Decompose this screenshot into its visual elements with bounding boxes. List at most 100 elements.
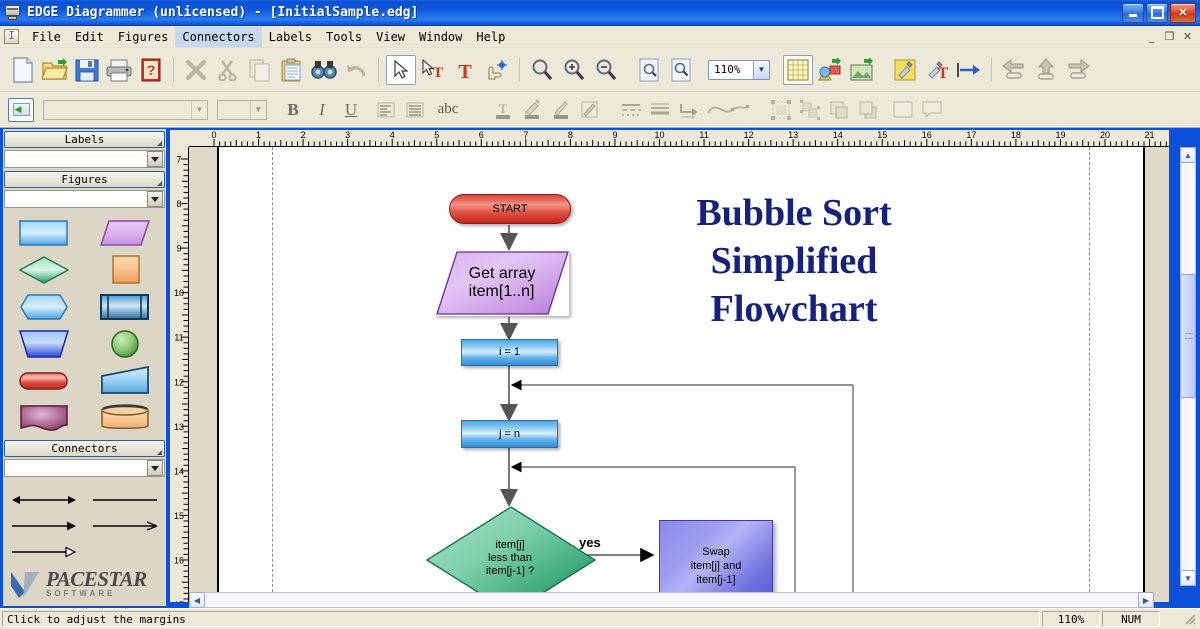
node-compare[interactable]: item[j] less than item[j-1] ? (425, 505, 597, 602)
connectors-combo[interactable] (4, 459, 165, 477)
palette-circle-shape[interactable] (84, 325, 165, 362)
sidebar-section-figures[interactable]: Figures (4, 171, 165, 188)
line-style-dashed-icon[interactable] (618, 97, 644, 123)
shadow-icon[interactable] (577, 97, 603, 123)
connector-style-icon[interactable] (676, 97, 702, 123)
copy-pages-icon[interactable] (245, 55, 275, 85)
menu-labels[interactable]: Labels (262, 27, 319, 47)
line-color-icon[interactable] (548, 97, 574, 123)
paste-clipboard-icon[interactable] (277, 55, 307, 85)
resize-corner-icon[interactable] (157, 450, 162, 455)
menu-help[interactable]: Help (469, 27, 512, 47)
resize-grip-icon[interactable] (1183, 612, 1197, 626)
menu-file[interactable]: File (25, 27, 68, 47)
zoom-out-icon[interactable] (591, 55, 621, 85)
chevron-down-icon[interactable]: ▼ (191, 100, 207, 119)
point-edit-icon[interactable] (482, 55, 512, 85)
fit-page-icon[interactable] (634, 55, 664, 85)
palette-cylinder-database-shape[interactable] (84, 399, 165, 436)
chevron-down-icon[interactable]: ▼ (250, 100, 266, 119)
size-combo[interactable]: ▼ (217, 99, 267, 120)
resize-corner-icon[interactable] (157, 181, 162, 186)
horizontal-ruler[interactable]: 0 1 2 3 4 5 6 7 8 9 10 11 12 13 14 15 16 17 18 19 20 21 (189, 130, 1169, 147)
vertical-ruler[interactable]: 7891011121314151617 (170, 147, 189, 602)
find-binoculars-icon[interactable] (309, 55, 339, 85)
image-style-icon[interactable] (847, 55, 877, 85)
palette-trapezoid-shape[interactable] (3, 325, 84, 362)
node-j-init[interactable]: j = n (461, 420, 558, 448)
sidebar-section-connectors[interactable]: Connectors (4, 440, 165, 457)
close-button[interactable]: ✕ (1170, 2, 1196, 23)
palette-square-shape[interactable] (84, 251, 165, 288)
link-forward-icon[interactable] (1063, 55, 1093, 85)
panel-collapse-icon[interactable]: ◀ (8, 97, 34, 122)
palette-slanted-card-shape[interactable] (84, 362, 165, 399)
palette-diamond-shape[interactable] (3, 251, 84, 288)
scroll-right-button[interactable]: ▶ (1138, 592, 1154, 608)
palette-process-bar-shape[interactable] (84, 288, 165, 325)
note-tool-icon[interactable] (890, 55, 920, 85)
horizontal-scrollbar[interactable]: ◀ ▶ (189, 592, 1154, 608)
delete-x-icon[interactable] (181, 55, 211, 85)
labels-combo[interactable] (4, 150, 165, 168)
menu-figures[interactable]: Figures (111, 27, 176, 47)
align-left-icon[interactable] (373, 97, 399, 123)
flow-icon[interactable] (954, 55, 984, 85)
chevron-down-icon[interactable] (147, 151, 163, 167)
spellcheck-icon[interactable]: abc (431, 97, 465, 123)
grid-icon[interactable] (783, 54, 813, 85)
palette-parallelogram-shape[interactable] (84, 214, 165, 251)
group-icon[interactable] (768, 97, 794, 123)
open-folder-icon[interactable] (40, 55, 70, 85)
undo-arrow-icon[interactable] (341, 55, 371, 85)
figures-combo[interactable] (4, 190, 165, 208)
palette-rounded-terminator-shape[interactable] (3, 362, 84, 399)
palette-hexagon-shape[interactable] (3, 288, 84, 325)
menu-tools[interactable]: Tools (319, 27, 369, 47)
palette-rectangle-shape[interactable] (3, 214, 84, 251)
italic-button[interactable]: I (309, 97, 335, 123)
vertical-scrollbar[interactable]: ▲ ▼ (1180, 147, 1196, 586)
doc-restore-button[interactable]: ❐ (1161, 29, 1178, 44)
sidebar-section-labels[interactable]: Labels (4, 131, 165, 148)
fill-color-icon[interactable] (519, 97, 545, 123)
align-justify-icon[interactable] (402, 97, 428, 123)
node-swap[interactable]: Swap item[j] and item[j-1] (659, 520, 773, 602)
text-tool-icon[interactable]: T (450, 55, 480, 85)
print-icon[interactable] (104, 55, 134, 85)
minimize-button[interactable] (1122, 2, 1144, 23)
send-back-icon[interactable] (855, 97, 881, 123)
help-book-icon[interactable]: ? (136, 55, 166, 85)
scroll-left-button[interactable]: ◀ (189, 592, 205, 608)
zoom-in-icon[interactable] (559, 55, 589, 85)
link-up-icon[interactable] (1031, 55, 1061, 85)
line-weight-icon[interactable] (647, 97, 673, 123)
cut-scissors-icon[interactable] (213, 55, 243, 85)
style-combo[interactable]: ▼ (43, 99, 208, 120)
bring-front-icon[interactable] (826, 97, 852, 123)
chevron-down-icon[interactable] (147, 191, 163, 207)
palette-document-wave-shape[interactable] (3, 399, 84, 436)
scroll-down-button[interactable]: ▼ (1180, 570, 1196, 586)
node-start[interactable]: START (449, 194, 571, 224)
scroll-up-button[interactable]: ▲ (1180, 147, 1196, 163)
maximize-button[interactable] (1146, 2, 1168, 23)
zoom-level-combo[interactable]: 110% ▼ (708, 59, 770, 80)
doc-minimize-button[interactable]: _ (1143, 29, 1160, 44)
text-color-icon[interactable]: T (490, 97, 516, 123)
menu-connectors[interactable]: Connectors (175, 26, 262, 47)
underline-button[interactable]: U (338, 97, 364, 123)
palette-hollow-arrow-connector[interactable] (3, 539, 84, 565)
figure-style-icon[interactable] (815, 55, 845, 85)
document-page[interactable]: START Get array item[1..n] i = 1 j = n i… (217, 147, 1145, 602)
chevron-down-icon[interactable]: ▼ (753, 60, 769, 79)
menu-view[interactable]: View (369, 27, 412, 47)
vertical-scroll-thumb[interactable] (1180, 274, 1196, 398)
palette-thin-arrow-connector[interactable] (84, 513, 165, 539)
link-back-icon[interactable] (999, 55, 1029, 85)
zoom-icon[interactable] (527, 55, 557, 85)
new-shape-icon[interactable] (890, 97, 916, 123)
fit-width-icon[interactable] (666, 55, 696, 85)
text-style-icon[interactable]: T (922, 55, 952, 85)
palette-double-arrow-connector[interactable] (3, 487, 84, 513)
